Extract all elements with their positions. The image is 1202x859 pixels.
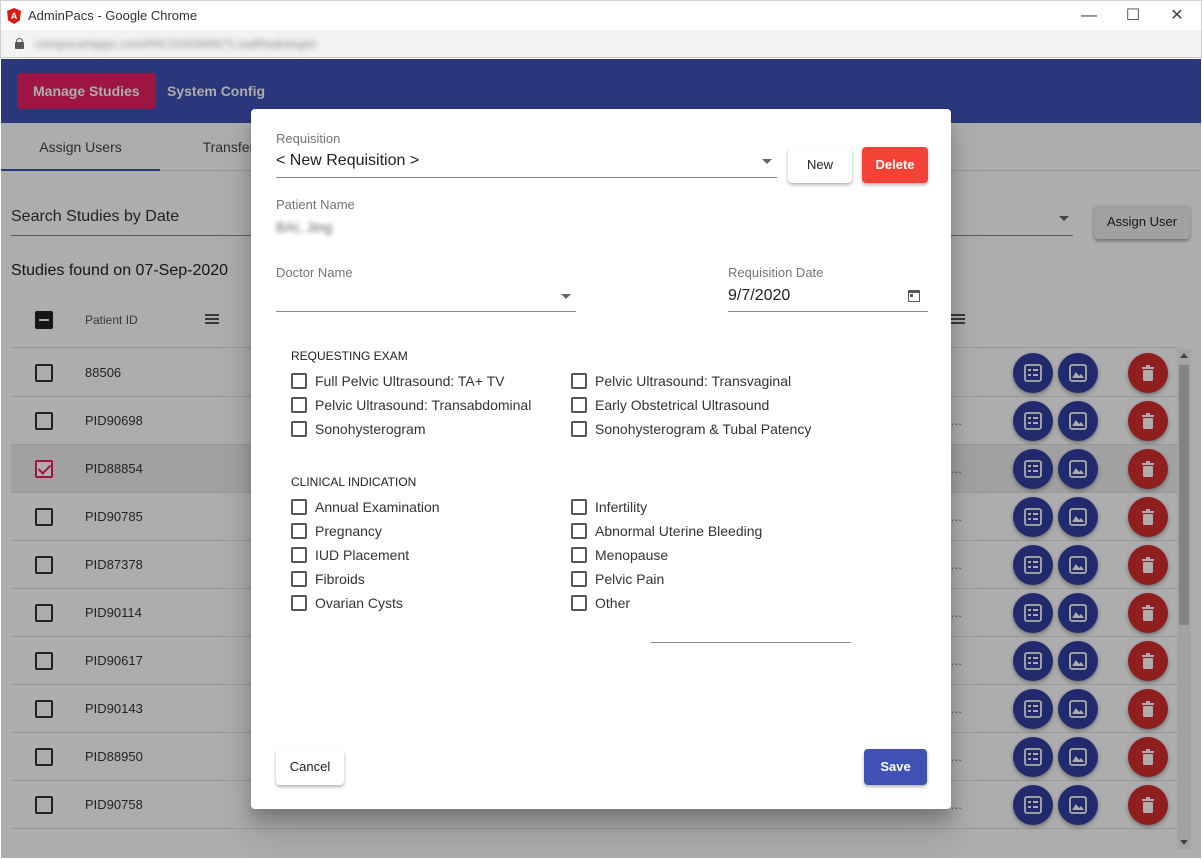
doctor-name-underline [276, 311, 576, 312]
angular-app-icon: A [7, 8, 21, 24]
lock-icon [15, 38, 24, 49]
checkbox-box[interactable] [291, 397, 307, 413]
save-button[interactable]: Save [864, 749, 927, 785]
requisition-select[interactable]: < New Requisition > [276, 152, 419, 170]
doctor-name-label: Doctor Name [276, 265, 353, 280]
calendar-icon[interactable] [908, 290, 920, 302]
checkbox-box[interactable] [291, 499, 307, 515]
checkbox-box[interactable] [291, 523, 307, 539]
window-title: AdminPacs - Google Chrome [28, 8, 198, 23]
checkbox-box[interactable] [291, 421, 307, 437]
checkbox-label[interactable]: Full Pelvic Ultrasound: TA+ TV [315, 373, 504, 389]
checkbox-label[interactable]: Ovarian Cysts [315, 595, 403, 611]
patient-name-value: BAI, Jing [276, 219, 333, 235]
checkbox-label[interactable]: Sonohysterogram [315, 421, 426, 437]
cancel-button[interactable]: Cancel [276, 749, 344, 785]
checkbox-box[interactable] [571, 421, 587, 437]
app-root: Manage Studies System Config Assign User… [1, 59, 1201, 858]
url-text[interactable]: compucartapps.com/PACS/ADMIN/?LoadRadiol… [35, 37, 316, 51]
checkbox-box[interactable] [291, 571, 307, 587]
checkbox-box[interactable] [571, 595, 587, 611]
checkbox-label[interactable]: Other [595, 595, 630, 611]
checkbox-box[interactable] [571, 499, 587, 515]
checkbox-label[interactable]: Menopause [595, 547, 668, 563]
other-text-input[interactable] [651, 642, 851, 643]
checkbox-label[interactable]: Pelvic Ultrasound: Transvaginal [595, 373, 791, 389]
checkbox-box[interactable] [291, 547, 307, 563]
clinical-indication-title: CLINICAL INDICATION [291, 475, 417, 489]
browser-title-bar: A AdminPacs - Google Chrome — ☐ ✕ [0, 0, 1202, 30]
close-window-button[interactable]: ✕ [1162, 5, 1192, 27]
minimize-button[interactable]: — [1074, 5, 1104, 27]
checkbox-label[interactable]: Pelvic Ultrasound: Transabdominal [315, 397, 531, 413]
address-bar[interactable]: compucartapps.com/PACS/ADMIN/?LoadRadiol… [0, 30, 1202, 58]
new-requisition-button[interactable]: New [788, 147, 852, 183]
checkbox-label[interactable]: Sonohysterogram & Tubal Patency [595, 421, 811, 437]
checkbox-box[interactable] [571, 547, 587, 563]
chevron-down-icon[interactable] [762, 159, 772, 164]
checkbox-box[interactable] [291, 595, 307, 611]
checkbox-label[interactable]: Pelvic Pain [595, 571, 664, 587]
requisition-label: Requisition [276, 131, 341, 146]
requisition-date-label: Requisition Date [728, 265, 824, 280]
chevron-down-icon[interactable] [561, 294, 571, 299]
checkbox-box[interactable] [571, 571, 587, 587]
requesting-exam-title: REQUESTING EXAM [291, 349, 408, 363]
checkbox-box[interactable] [571, 523, 587, 539]
checkbox-box[interactable] [571, 373, 587, 389]
checkbox-label[interactable]: Infertility [595, 499, 647, 515]
maximize-button[interactable]: ☐ [1118, 5, 1148, 27]
checkbox-label[interactable]: Annual Examination [315, 499, 440, 515]
patient-name-label: Patient Name [276, 197, 355, 212]
checkbox-label[interactable]: Pregnancy [315, 523, 382, 539]
checkbox-box[interactable] [571, 397, 587, 413]
requisition-date-input[interactable]: 9/7/2020 [728, 287, 790, 305]
requisition-underline [276, 177, 777, 178]
checkbox-box[interactable] [291, 373, 307, 389]
requisition-dialog: Requisition < New Requisition > New Dele… [251, 109, 951, 809]
checkbox-label[interactable]: Early Obstetrical Ultrasound [595, 397, 769, 413]
requisition-date-underline [728, 311, 928, 312]
delete-requisition-button[interactable]: Delete [862, 147, 928, 183]
checkbox-label[interactable]: Abnormal Uterine Bleeding [595, 523, 762, 539]
checkbox-label[interactable]: Fibroids [315, 571, 365, 587]
checkbox-label[interactable]: IUD Placement [315, 547, 409, 563]
